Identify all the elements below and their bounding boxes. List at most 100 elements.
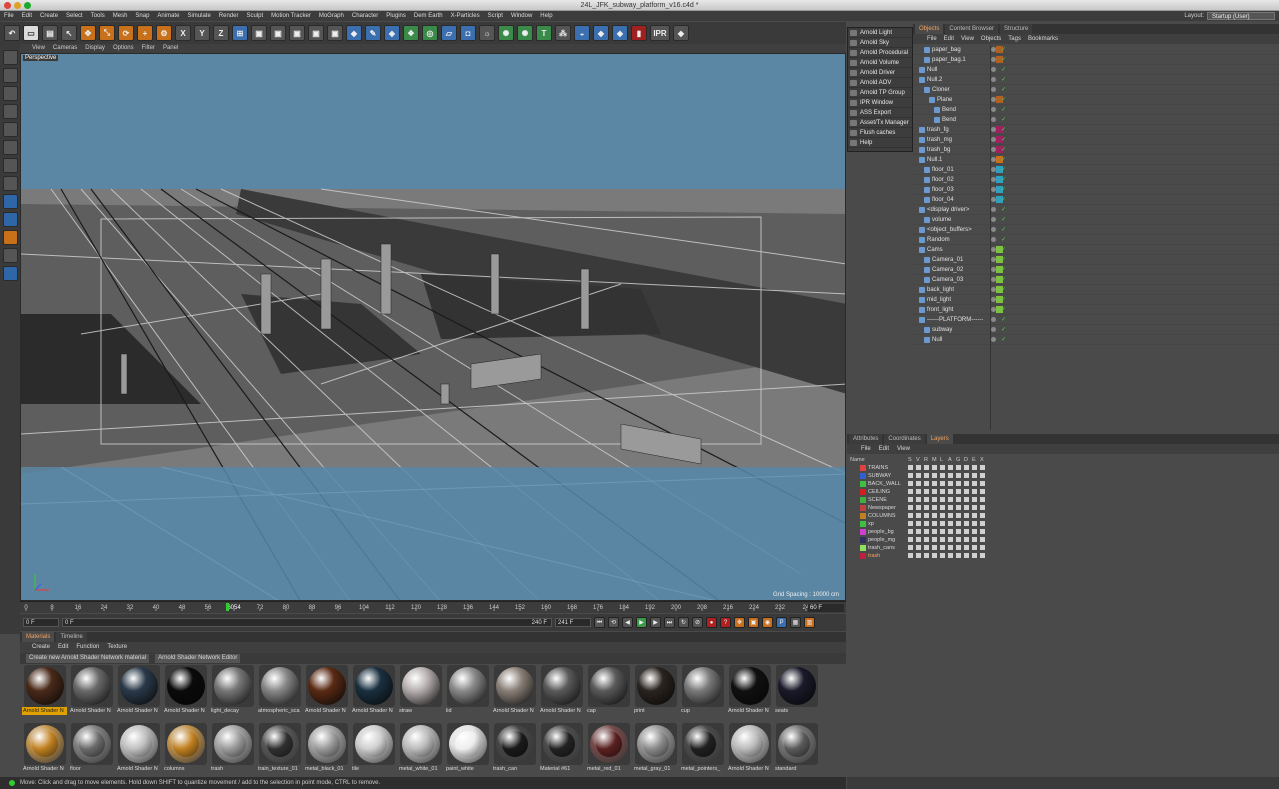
- edges-mode-icon[interactable]: [2, 140, 18, 155]
- workplane-lock-icon[interactable]: [2, 248, 18, 263]
- menu-item[interactable]: Animate: [157, 11, 179, 21]
- tweak-mode-icon[interactable]: [2, 194, 18, 209]
- layer-toggle-icon[interactable]: [972, 521, 977, 526]
- enable-check-icon[interactable]: ✓: [1001, 275, 1006, 285]
- layer-toggle-icon[interactable]: [948, 537, 953, 542]
- layer-row[interactable]: SCENE: [847, 496, 1279, 504]
- axis-mode-icon[interactable]: [2, 176, 18, 191]
- layer-row[interactable]: TRAINS: [847, 464, 1279, 472]
- objects-menu-item[interactable]: File: [927, 34, 937, 44]
- material-swatch[interactable]: seats: [774, 665, 819, 718]
- object-row[interactable]: subway ✓: [913, 325, 1279, 335]
- layer-toggle-icon[interactable]: [980, 513, 985, 518]
- material-swatch[interactable]: paint_white: [445, 722, 490, 776]
- cloner-icon[interactable]: ❖: [403, 25, 419, 41]
- arnold-material-button[interactable]: Create new Arnold Shader Network materia…: [26, 654, 150, 663]
- model-mode-icon[interactable]: [2, 68, 18, 83]
- record-icon[interactable]: ⟲: [608, 617, 619, 628]
- layers-menu-item[interactable]: View: [897, 444, 910, 454]
- arnold-menu-item[interactable]: Flush caches: [848, 128, 912, 138]
- viewport-menu-item[interactable]: Display: [85, 44, 105, 53]
- cube-icon[interactable]: ◆: [346, 25, 362, 41]
- go-to-start-icon[interactable]: ⏮: [594, 617, 605, 628]
- material-swatch[interactable]: cup: [680, 665, 725, 718]
- enable-check-icon[interactable]: ✓: [1001, 75, 1006, 85]
- layer-toggle-icon[interactable]: [932, 545, 937, 550]
- enable-check-icon[interactable]: ✓: [1001, 95, 1006, 105]
- material-swatch[interactable]: metal_white_01: [398, 722, 443, 776]
- material-swatch[interactable]: Arnold Shader N: [116, 665, 161, 718]
- visibility-dot-icon[interactable]: [991, 77, 996, 82]
- layer-toggle-icon[interactable]: [932, 465, 937, 470]
- polygons-mode-icon[interactable]: [2, 158, 18, 173]
- layer-toggle-icon[interactable]: [924, 537, 929, 542]
- arnold-menu-item[interactable]: Arnold AOV: [848, 78, 912, 88]
- record-active-icon[interactable]: ●: [706, 617, 717, 628]
- enable-check-icon[interactable]: ✓: [1001, 155, 1006, 165]
- menu-item[interactable]: File: [4, 11, 14, 21]
- ipr-button[interactable]: IPR: [650, 25, 670, 41]
- materials-menu-item[interactable]: Texture: [107, 642, 127, 653]
- layer-toggle-icon[interactable]: [924, 545, 929, 550]
- layer-toggle-icon[interactable]: [932, 513, 937, 518]
- layer-toggle-icon[interactable]: [908, 473, 913, 478]
- layer-toggle-icon[interactable]: [956, 505, 961, 510]
- layer-toggle-icon[interactable]: [908, 465, 913, 470]
- material-swatch[interactable]: standard: [774, 722, 819, 776]
- timeline-window-icon[interactable]: ▥: [804, 617, 815, 628]
- layer-toggle-icon[interactable]: [924, 513, 929, 518]
- layer-toggle-icon[interactable]: [980, 553, 985, 558]
- layer-toggle-icon[interactable]: [932, 473, 937, 478]
- arnold-menu-item[interactable]: Arnold Light: [848, 28, 912, 38]
- layer-toggle-icon[interactable]: [964, 473, 969, 478]
- new-scene-icon[interactable]: ▭: [23, 25, 39, 41]
- layer-toggle-icon[interactable]: [956, 545, 961, 550]
- enable-check-icon[interactable]: ✓: [1001, 335, 1006, 345]
- layer-toggle-icon[interactable]: [924, 521, 929, 526]
- layer-toggle-icon[interactable]: [948, 473, 953, 478]
- visibility-dot-icon[interactable]: [991, 117, 996, 122]
- layer-toggle-icon[interactable]: [948, 521, 953, 526]
- layer-toggle-icon[interactable]: [972, 473, 977, 478]
- xparticles-icon[interactable]: ◒: [574, 25, 590, 41]
- arnold-menu-item[interactable]: ASS Export: [848, 108, 912, 118]
- layer-toggle-icon[interactable]: [980, 481, 985, 486]
- material-swatch[interactable]: Material #61: [539, 722, 584, 776]
- layer-row[interactable]: xp: [847, 520, 1279, 528]
- arnold-menu-item[interactable]: Arnold Sky: [848, 38, 912, 48]
- enable-check-icon[interactable]: ✓: [1001, 215, 1006, 225]
- perspective-viewport[interactable]: Perspective Grid Spacing : 10000 cm: [20, 53, 846, 601]
- subdivision-icon[interactable]: ◈: [384, 25, 400, 41]
- layer-toggle-icon[interactable]: [956, 465, 961, 470]
- viewport-menu-item[interactable]: Filter: [142, 44, 155, 53]
- layer-toggle-icon[interactable]: [924, 473, 929, 478]
- materials-menu-item[interactable]: Edit: [58, 642, 68, 653]
- layer-toggle-icon[interactable]: [980, 489, 985, 494]
- menu-item[interactable]: Help: [540, 11, 552, 21]
- layer-toggle-icon[interactable]: [964, 537, 969, 542]
- menu-item[interactable]: Edit: [22, 11, 32, 21]
- layer-row[interactable]: Newspaper: [847, 504, 1279, 512]
- layer-toggle-icon[interactable]: [908, 553, 913, 558]
- material-swatch[interactable]: floor: [69, 722, 114, 776]
- layer-toggle-icon[interactable]: [964, 545, 969, 550]
- layer-color-swatch[interactable]: [860, 489, 866, 495]
- material-swatch[interactable]: metal_black_01: [304, 722, 349, 776]
- arnold-material-button[interactable]: Arnold Shader Network Editor: [155, 654, 241, 663]
- object-row[interactable]: Bend ✓: [913, 105, 1279, 115]
- enable-check-icon[interactable]: ✓: [1001, 145, 1006, 155]
- layer-toggle-icon[interactable]: [940, 489, 945, 494]
- axis-z-button[interactable]: Z: [213, 25, 229, 41]
- layer-color-swatch[interactable]: [860, 497, 866, 503]
- visibility-dot-icon[interactable]: [991, 207, 996, 212]
- layer-toggle-icon[interactable]: [940, 545, 945, 550]
- go-to-end-icon[interactable]: ⏭: [664, 617, 675, 628]
- object-row[interactable]: Cloner ✓: [913, 85, 1279, 95]
- layer-toggle-icon[interactable]: [948, 545, 953, 550]
- layer-toggle-icon[interactable]: [940, 513, 945, 518]
- layer-toggle-icon[interactable]: [972, 481, 977, 486]
- move-icon[interactable]: ✥: [80, 25, 96, 41]
- tab-attributes[interactable]: Attributes: [849, 434, 883, 444]
- layer-toggle-icon[interactable]: [956, 529, 961, 534]
- layer-toggle-icon[interactable]: [980, 529, 985, 534]
